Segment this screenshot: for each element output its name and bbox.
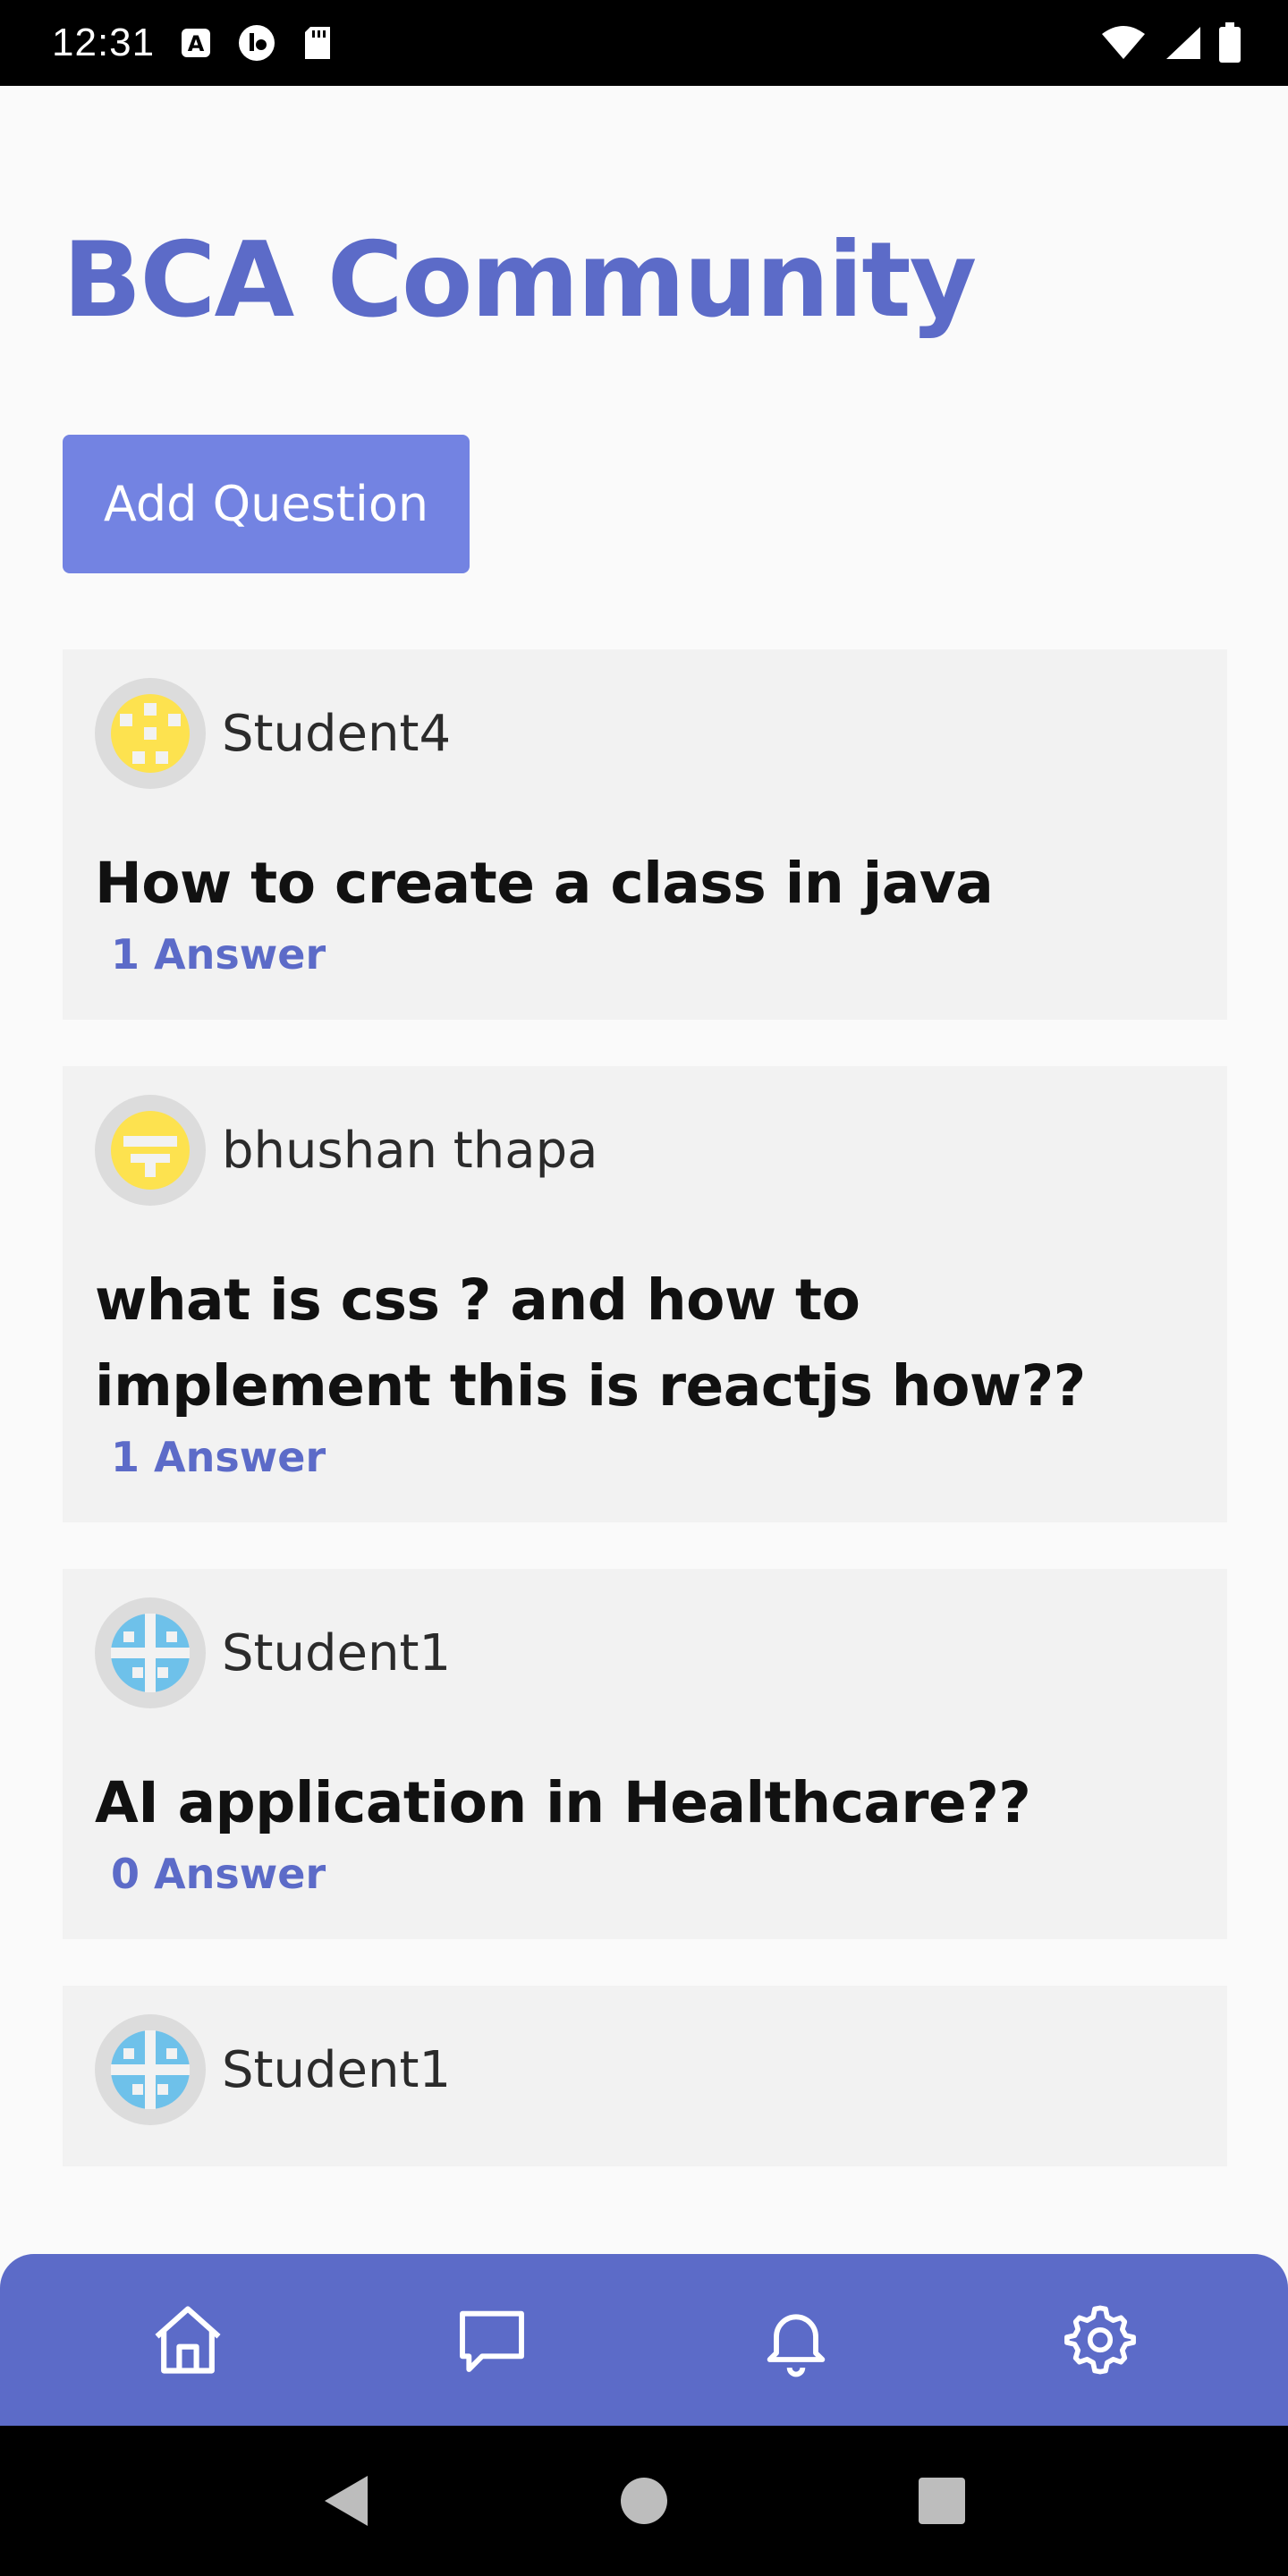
sd-card-icon bbox=[301, 25, 334, 61]
question-card[interactable]: Student4 How to create a class in java 1… bbox=[63, 649, 1227, 1020]
a-badge-icon: A bbox=[180, 27, 212, 59]
status-right bbox=[1100, 22, 1241, 64]
answer-count-link[interactable]: 1 Answer bbox=[111, 1433, 1195, 1481]
system-navigation-bar bbox=[0, 2426, 1288, 2576]
page-title: BCA Community bbox=[63, 220, 977, 341]
author-name[interactable]: Student4 bbox=[222, 705, 451, 763]
home-icon bbox=[155, 2306, 221, 2374]
system-recents-button[interactable] bbox=[888, 2447, 996, 2555]
nav-notifications-button[interactable] bbox=[733, 2277, 859, 2402]
settings-icon bbox=[1064, 2305, 1136, 2375]
question-text[interactable]: what is css ? and how to implement this … bbox=[95, 1258, 1195, 1429]
card-header: Student1 bbox=[95, 2014, 1195, 2125]
signal-icon bbox=[1163, 25, 1202, 61]
blue-identicon-icon bbox=[111, 1614, 190, 1692]
status-bar: 12:31 A bbox=[0, 0, 1288, 86]
chat-icon bbox=[460, 2310, 524, 2372]
nav-home-button[interactable] bbox=[125, 2277, 250, 2402]
avatar[interactable] bbox=[95, 1597, 206, 1708]
question-text[interactable]: How to create a class in java bbox=[95, 841, 1195, 927]
app-screen: 12:31 A BCA Community Add Question Stude… bbox=[0, 0, 1288, 2576]
yellow-identicon-icon bbox=[111, 694, 190, 773]
sync-icon bbox=[237, 23, 276, 63]
question-card[interactable]: Student1 AI application in Healthcare?? … bbox=[63, 1569, 1227, 1939]
question-text[interactable]: AI application in Healthcare?? bbox=[95, 1760, 1195, 1846]
author-name[interactable]: Student1 bbox=[222, 2041, 451, 2099]
card-header: Student4 bbox=[95, 678, 1195, 789]
status-time: 12:31 bbox=[52, 21, 156, 64]
status-left: 12:31 A bbox=[52, 21, 334, 65]
author-name[interactable]: Student1 bbox=[222, 1624, 451, 1682]
answer-count-link[interactable]: 1 Answer bbox=[111, 930, 1195, 979]
question-card[interactable]: bhushan thapa what is css ? and how to i… bbox=[63, 1066, 1227, 1522]
bottom-navigation bbox=[0, 2254, 1288, 2426]
main-content[interactable]: BCA Community Add Question Student4 How … bbox=[0, 86, 1288, 2254]
nav-settings-button[interactable] bbox=[1038, 2277, 1163, 2402]
avatar[interactable] bbox=[95, 678, 206, 789]
wifi-icon bbox=[1100, 25, 1147, 61]
system-back-button[interactable] bbox=[292, 2447, 400, 2555]
battery-icon bbox=[1218, 22, 1241, 64]
bell-icon bbox=[767, 2314, 826, 2377]
svg-text:A: A bbox=[188, 31, 205, 56]
system-home-button[interactable] bbox=[590, 2447, 698, 2555]
add-question-button[interactable]: Add Question bbox=[63, 435, 470, 573]
author-name[interactable]: bhushan thapa bbox=[222, 1122, 597, 1180]
home-circle-icon bbox=[620, 2478, 667, 2524]
question-card[interactable]: Student1 bbox=[63, 1986, 1227, 2166]
answer-count-link[interactable]: 0 Answer bbox=[111, 1850, 1195, 1898]
blue-identicon-icon bbox=[111, 2030, 190, 2109]
back-icon bbox=[324, 2476, 368, 2526]
avatar[interactable] bbox=[95, 2014, 206, 2125]
question-feed[interactable]: Student4 How to create a class in java 1… bbox=[63, 649, 1227, 2213]
yellow-identicon-icon bbox=[111, 1111, 190, 1190]
recents-icon bbox=[919, 2478, 966, 2524]
card-header: bhushan thapa bbox=[95, 1095, 1195, 1206]
card-header: Student1 bbox=[95, 1597, 1195, 1708]
nav-chat-button[interactable] bbox=[429, 2277, 555, 2402]
avatar[interactable] bbox=[95, 1095, 206, 1206]
